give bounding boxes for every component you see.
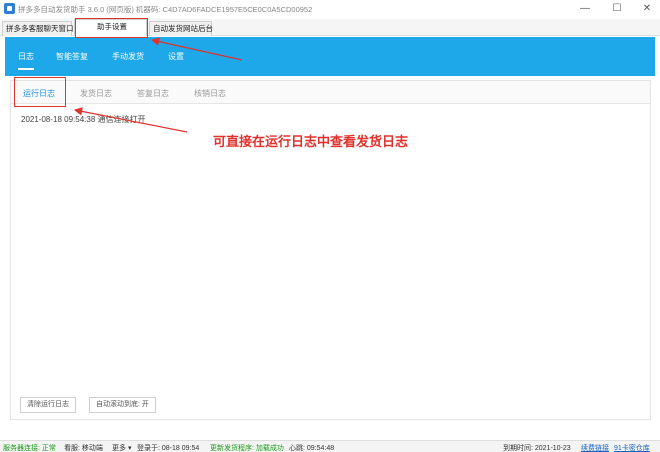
callout-box-run-log-tab bbox=[14, 77, 66, 107]
nav-item-manual-delivery[interactable]: 手动发货 bbox=[112, 51, 144, 62]
tab-verify-log[interactable]: 核销日志 bbox=[194, 88, 226, 99]
maximize-button[interactable]: ☐ bbox=[607, 2, 627, 16]
status-bar: 服务器连接: 正常 看服: 移动端 更多 ▾ 登录于: 08-18 09:54 … bbox=[0, 440, 660, 452]
reply-mode-status: 看服: 移动端 bbox=[64, 445, 103, 452]
card-store-link[interactable]: 91卡密仓库 bbox=[614, 443, 650, 452]
nav-item-smart-reply[interactable]: 智能答复 bbox=[56, 51, 88, 62]
update-status: 更新发货程序: 加载成功 bbox=[210, 445, 284, 452]
annotation-text: 可直接在运行日志中查看发货日志 bbox=[213, 134, 409, 149]
heartbeat-status: 心跳: 09:54:48 bbox=[289, 445, 335, 452]
server-connection-status: 服务器连接: 正常 bbox=[3, 445, 56, 452]
expire-date-status: 到期时间: 2021-10-23 bbox=[503, 445, 571, 452]
clear-log-button[interactable]: 清除运行日志 bbox=[20, 397, 76, 413]
tab-pdd-chat[interactable]: 拼多多客服聊天窗口 bbox=[2, 21, 74, 36]
nav-item-settings[interactable]: 设置 bbox=[168, 51, 184, 62]
tab-auto-delivery-admin[interactable]: 自动发货网站后台 bbox=[149, 21, 213, 36]
auto-scroll-toggle-button[interactable]: 自动滚动到底: 开 bbox=[89, 397, 156, 413]
tab-reply-log[interactable]: 答复日志 bbox=[137, 88, 169, 99]
minimize-button[interactable]: — bbox=[575, 2, 595, 16]
window-title: 拼多多自动发货助手 3.6.0 (网页版) 机器码: C4D7AD6FADCE1… bbox=[18, 5, 313, 14]
sub-tab-strip: 运行日志 发货日志 答复日志 核销日志 bbox=[11, 81, 650, 104]
more-menu[interactable]: 更多 ▾ bbox=[112, 443, 131, 452]
app-logo-icon bbox=[4, 3, 15, 14]
close-button[interactable]: ✕ bbox=[637, 2, 657, 16]
nav-item-log[interactable]: 日志 bbox=[18, 51, 34, 70]
renew-link[interactable]: 续费链接 bbox=[581, 443, 609, 452]
title-bar: 拼多多自动发货助手 3.6.0 (网页版) 机器码: C4D7AD6FADCE1… bbox=[0, 0, 660, 18]
log-entry: 2021-08-18 09:54:38 通信连接打开 bbox=[21, 115, 146, 124]
tab-delivery-log[interactable]: 发货日志 bbox=[80, 88, 112, 99]
main-nav-bar: 日志 智能答复 手动发货 设置 bbox=[5, 37, 655, 76]
login-time-status: 登录于: 08-18 09:54 bbox=[137, 445, 200, 452]
callout-box-settings-tab bbox=[75, 18, 148, 38]
